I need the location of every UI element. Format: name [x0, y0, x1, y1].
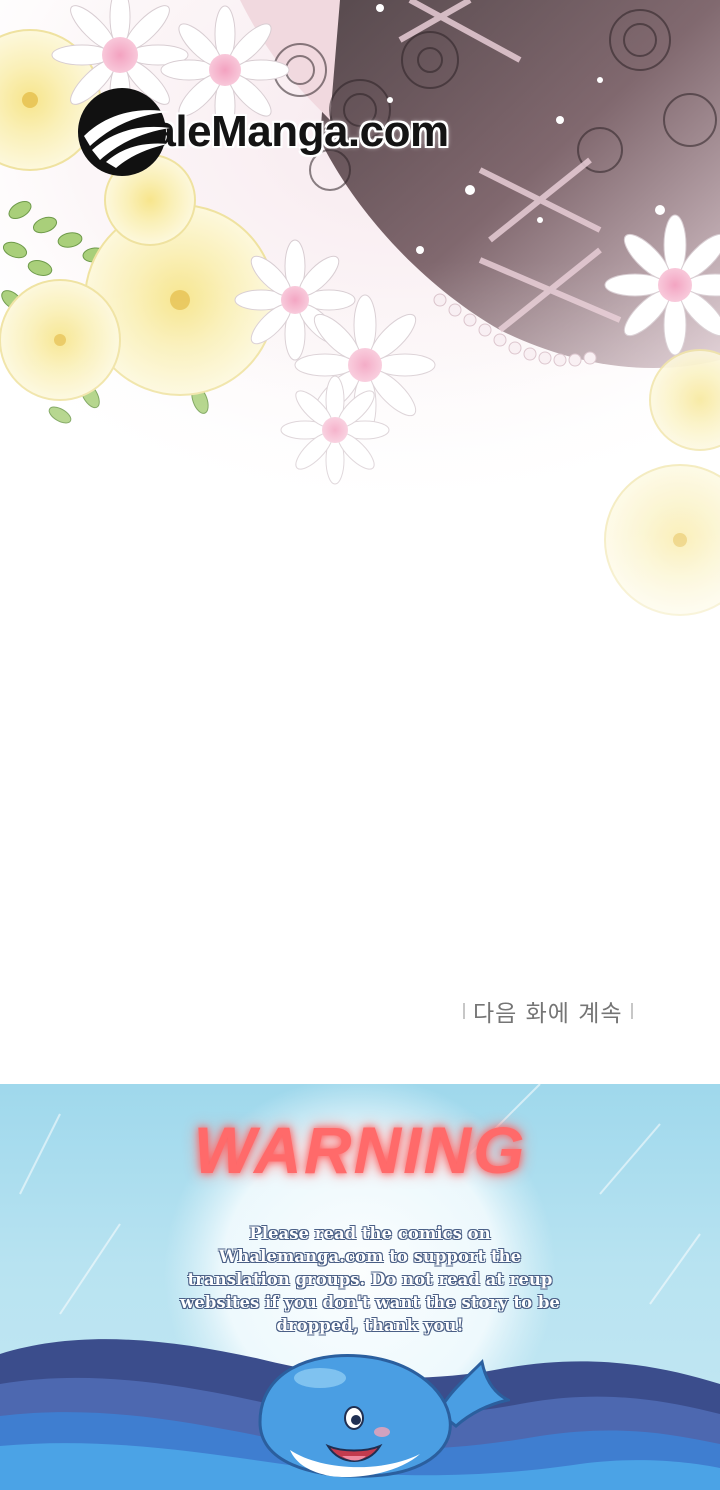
caption-text: 다음 화에 계속 [473, 1001, 623, 1027]
warning-message: Please read the comics on Whalemanga.com… [180, 1224, 560, 1335]
caption-left-bar [463, 1003, 465, 1019]
warning-title: WARNING [193, 1113, 527, 1187]
warning-banner: WARNING Please read the comics on Whalem… [0, 1084, 720, 1490]
whale-mascot-icon [258, 1354, 510, 1478]
to-be-continued-caption: 다음 화에 계속 [455, 994, 641, 1028]
site-watermark: WhaleManga.com [76, 84, 656, 180]
whale-swoosh-logo [78, 88, 170, 176]
manga-page: WhaleManga.com 다음 화에 계속 WARNING Please r… [0, 0, 720, 1490]
art-panel: WhaleManga.com [0, 0, 720, 760]
caption-right-bar [630, 1003, 633, 1019]
